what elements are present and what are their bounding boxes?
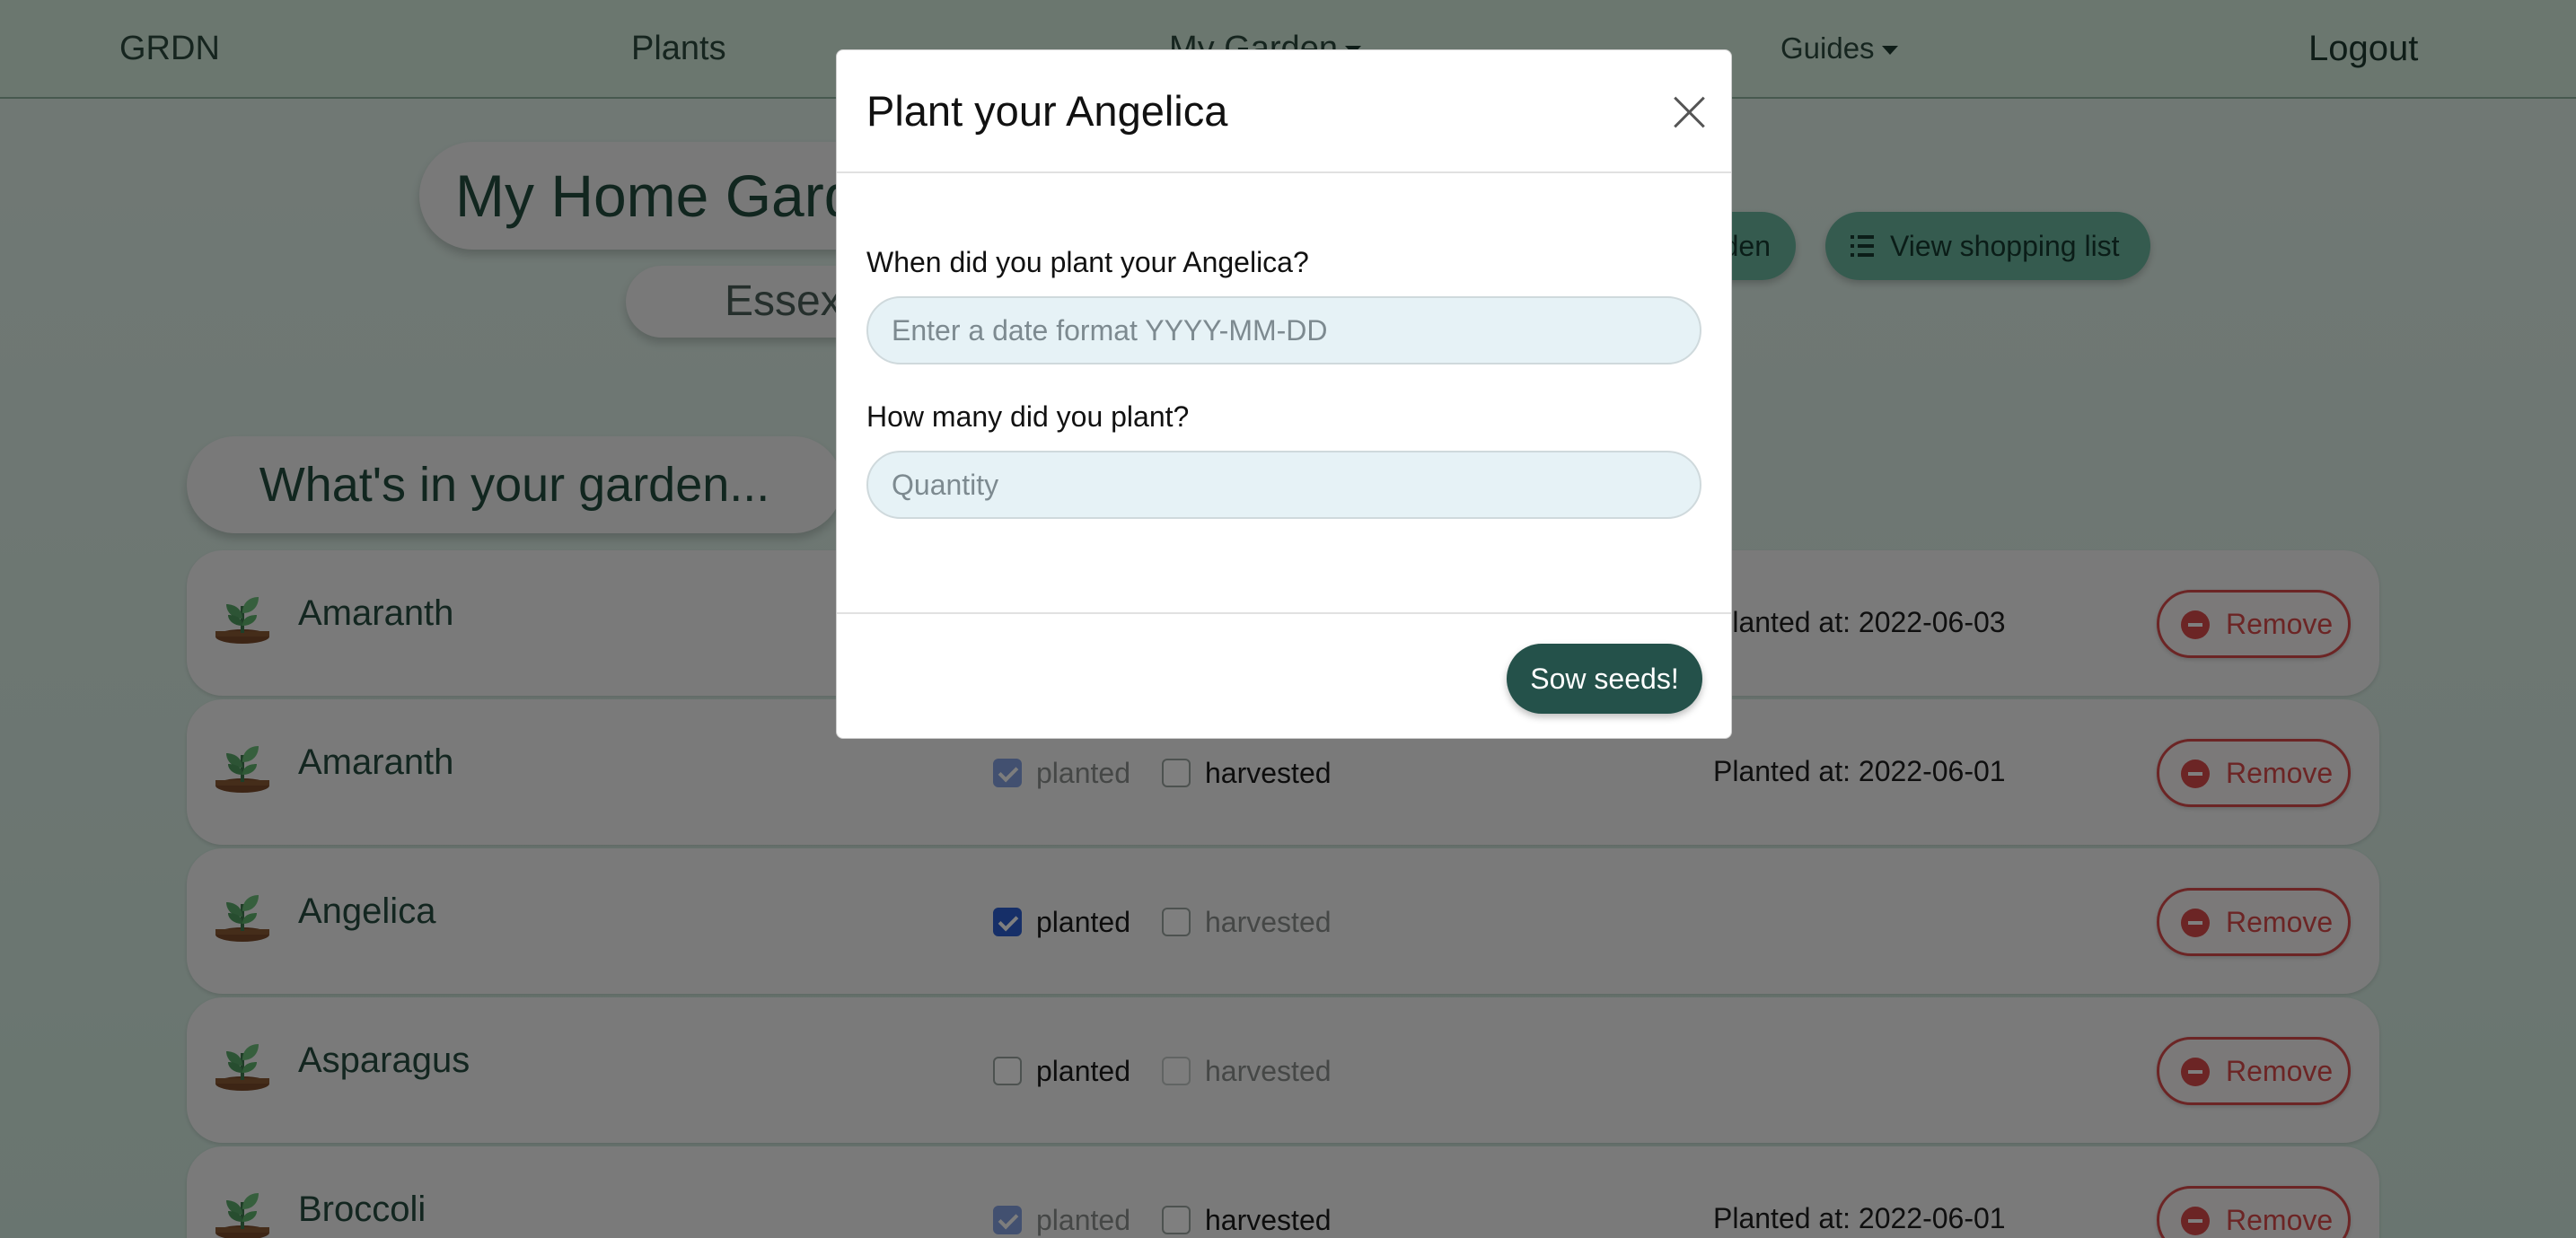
modal-header: Plant your Angelica <box>837 50 1731 173</box>
sow-seeds-button[interactable]: Sow seeds! <box>1507 644 1702 714</box>
quantity-label: How many did you plant? <box>866 400 1190 433</box>
modal-title: Plant your Angelica <box>866 87 1228 135</box>
date-input[interactable] <box>866 296 1701 364</box>
date-label: When did you plant your Angelica? <box>866 246 1309 278</box>
close-icon[interactable] <box>1672 93 1708 129</box>
modal-footer: Sow seeds! <box>837 612 1731 740</box>
quantity-input[interactable] <box>866 451 1701 519</box>
page: GRDN Plants My Garden Guides Logout My H… <box>0 0 2576 1238</box>
plant-modal: Plant your Angelica When did you plant y… <box>836 49 1732 739</box>
